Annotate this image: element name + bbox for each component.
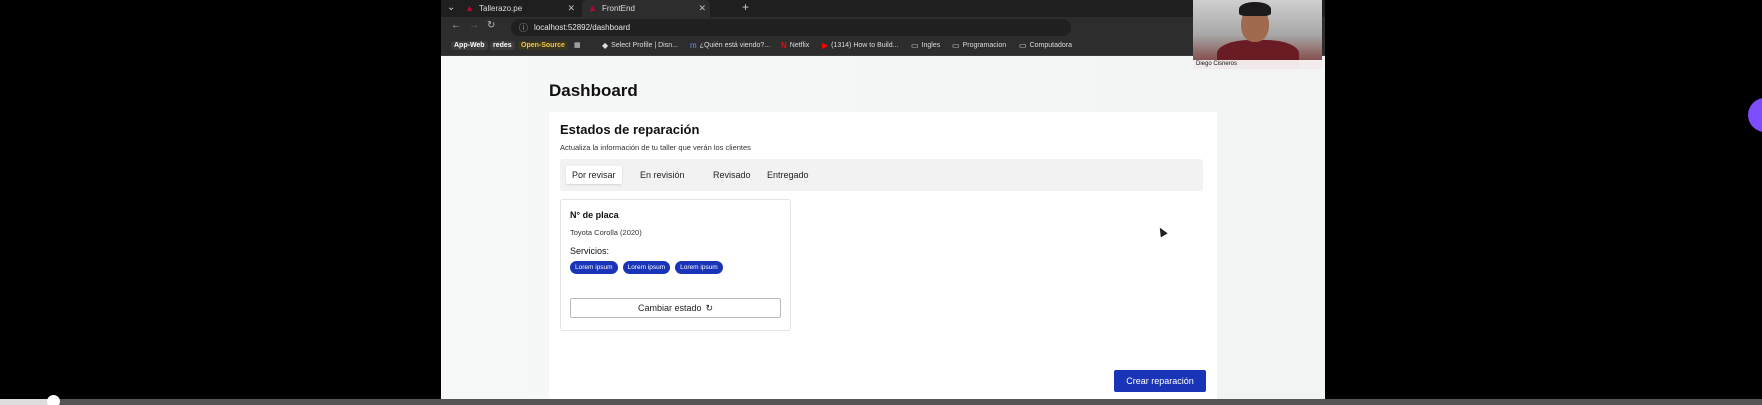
bookmark-folder-programacion[interactable]: ▭ Programacion <box>952 41 1006 50</box>
back-icon[interactable]: ← <box>451 20 461 31</box>
max-icon: m <box>690 41 697 50</box>
tab-search-icon[interactable]: ⌄ <box>447 2 455 13</box>
create-repair-button[interactable]: Crear reparación <box>1114 370 1206 392</box>
service-badge: Lorem ipsum <box>570 261 618 274</box>
dashboard-page: Dashboard Estados de reparación Actualiz… <box>441 56 1325 405</box>
screen: ⌄ ▲ Tallerazo.pe ✕ ▲ FrontEnd ✕ + ← → ↻ … <box>0 0 1762 405</box>
bookmark-folder-computadora[interactable]: ▭ Computadora <box>1019 41 1072 50</box>
angular-icon: ▲ <box>465 3 474 13</box>
browser-tab-tallerazo[interactable]: ▲ Tallerazo.pe ✕ <box>465 0 575 17</box>
browser-tab-frontend[interactable]: ▲ FrontEnd ✕ <box>582 0 710 17</box>
close-icon[interactable]: ✕ <box>567 3 575 14</box>
webcam-overlay: Diego Cisneros <box>1193 0 1322 69</box>
youtube-icon: ▶ <box>822 41 829 50</box>
site-info-icon[interactable]: ⓘ <box>519 21 528 34</box>
video-progress-fill <box>0 399 53 405</box>
bookmark-label: Netflix <box>789 42 810 49</box>
bookmark-app-web[interactable]: App-Web <box>451 41 488 50</box>
bookmark-label: Programacion <box>962 42 1007 49</box>
apps-grid-icon[interactable]: ▦ <box>574 41 581 49</box>
bookmark-label: Computadora <box>1029 42 1072 49</box>
tab-title: Tallerazo.pe <box>479 4 523 13</box>
close-icon[interactable]: ✕ <box>698 3 706 14</box>
bookmark-disney[interactable]: ◆ Select Profile | Disn... <box>602 41 678 50</box>
angular-icon: ▲ <box>588 3 597 13</box>
bookmark-youtube[interactable]: ▶ (1314) How to Build... <box>822 41 898 50</box>
tab-title: FrontEnd <box>602 4 635 13</box>
bookmark-quien-esta-viendo[interactable]: m ¿Quién está viendo?... <box>690 41 770 50</box>
bookmark-label: ¿Quién está viendo?... <box>699 42 771 49</box>
floating-action-icon[interactable] <box>1748 98 1762 132</box>
services-label: Servicios: <box>570 246 610 256</box>
folder-icon: ▭ <box>1019 41 1027 50</box>
video-scrubber-handle[interactable] <box>46 395 60 405</box>
tab-en-revision[interactable]: En revisión <box>634 166 691 184</box>
service-badge: Lorem ipsum <box>675 261 723 274</box>
bookmark-label: redes <box>490 41 515 50</box>
services-list: Lorem ipsum Lorem ipsum Lorem ipsum <box>570 261 723 274</box>
change-state-label: Cambiar estado <box>637 303 702 313</box>
panel-title: Estados de reparación <box>560 122 700 137</box>
bookmark-folder-ingles[interactable]: ▭ Ingles <box>911 41 940 50</box>
status-tabs: Por revisar En revisión Revisado Entrega… <box>560 159 1203 191</box>
tab-por-revisar[interactable]: Por revisar <box>566 166 622 184</box>
forward-icon[interactable]: → <box>469 20 479 31</box>
bookmark-redes[interactable]: redes <box>490 41 515 50</box>
bookmark-label: Open-Source <box>518 41 568 50</box>
change-state-button[interactable]: Cambiar estado ↻ <box>570 298 781 318</box>
service-badge: Lorem ipsum <box>622 261 671 274</box>
webcam-name: Diego Cisneros <box>1193 60 1322 69</box>
page-title: Dashboard <box>549 81 638 100</box>
new-tab-icon[interactable]: + <box>742 0 749 15</box>
panel-subtitle: Actualiza la información de tu taller qu… <box>560 143 751 152</box>
address-bar[interactable]: ⓘ localhost:52892/dashboard <box>511 19 1071 36</box>
bookmark-label: Select Profile | Disn... <box>611 42 678 49</box>
video-progress-bar[interactable] <box>0 395 1762 405</box>
bookmark-label: App-Web <box>451 41 488 50</box>
netflix-icon: N <box>781 41 787 50</box>
bookmark-label: Ingles <box>921 42 941 49</box>
repair-status-panel: Estados de reparación Actualiza la infor… <box>549 112 1217 405</box>
tab-entregado[interactable]: Entregado <box>761 166 815 184</box>
tab-revisado[interactable]: Revisado <box>707 166 757 184</box>
disney-icon: ◆ <box>602 41 609 50</box>
folder-icon: ▭ <box>952 41 960 50</box>
refresh-icon: ↻ <box>705 302 714 313</box>
bookmark-netflix[interactable]: N Netflix <box>781 41 809 50</box>
folder-icon: ▭ <box>911 41 919 50</box>
reload-icon[interactable]: ↻ <box>487 20 495 31</box>
plate-number: N° de placa <box>570 210 619 220</box>
repair-card: N° de placa Toyota Corolla (2020) Servic… <box>560 199 791 331</box>
car-model: Toyota Corolla (2020) <box>570 228 642 237</box>
bookmark-open-source[interactable]: Open-Source <box>518 41 568 50</box>
person-hair <box>1239 2 1271 16</box>
url-text: localhost:52892/dashboard <box>534 23 631 32</box>
bookmark-label: (1314) How to Build... <box>831 42 899 49</box>
